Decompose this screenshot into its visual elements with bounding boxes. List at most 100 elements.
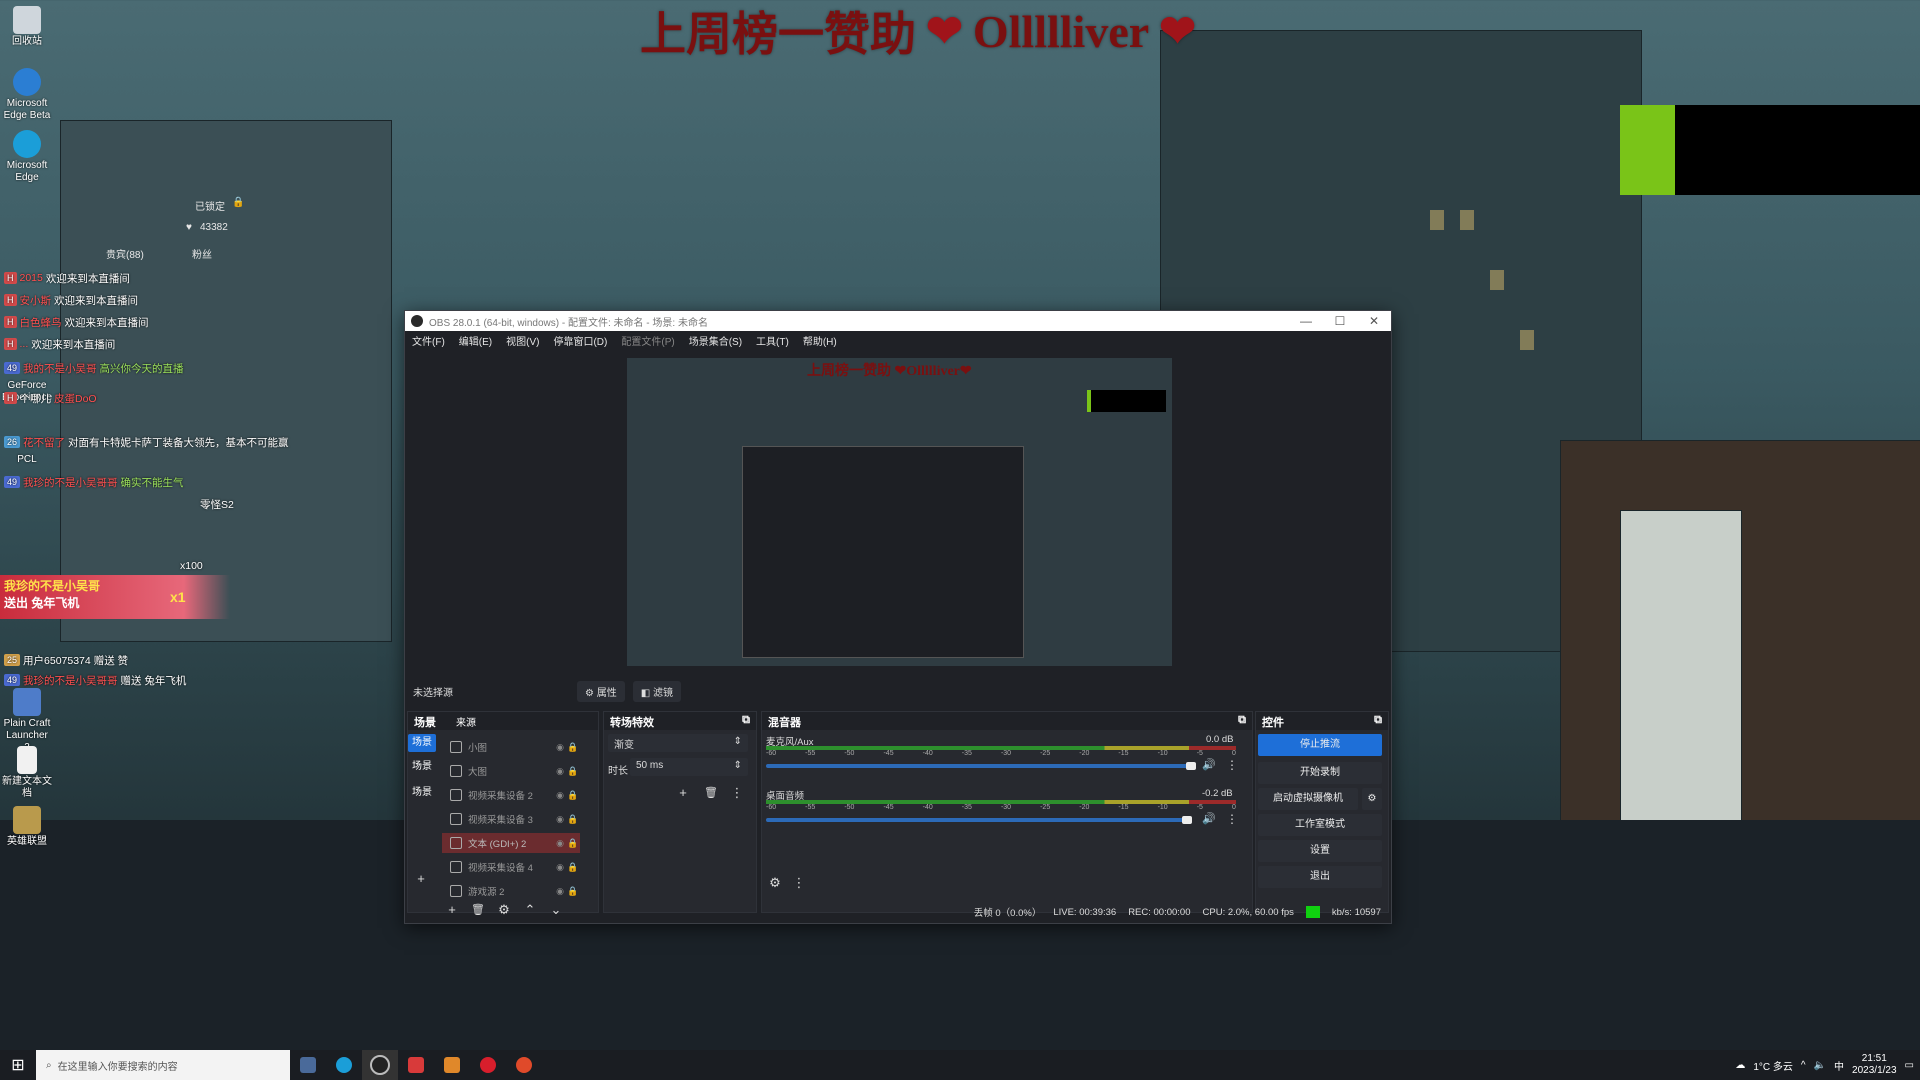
taskbar-app-red[interactable]: [398, 1050, 434, 1080]
volume-icon[interactable]: 🔈: [1814, 1060, 1826, 1071]
lock-icon[interactable]: 🔒: [566, 766, 580, 777]
menu-docks[interactable]: 停靠窗口(D): [546, 331, 614, 349]
menu-scene-collection[interactable]: 场景集合(S): [682, 331, 749, 349]
duration-field[interactable]: 50 ms ⇕: [630, 758, 748, 776]
eye-icon[interactable]: ◉: [554, 862, 566, 873]
lock-icon[interactable]: 🔒: [566, 814, 580, 825]
camera-icon: [450, 861, 462, 873]
stop-stream-button[interactable]: 停止推流: [1258, 734, 1382, 756]
menu-edit[interactable]: 编辑(E): [452, 331, 499, 349]
taskbar-netease[interactable]: [470, 1050, 506, 1080]
trash-icon[interactable]: 🗑: [702, 784, 720, 802]
scene-item[interactable]: 场景: [408, 758, 436, 776]
chat-message: H 白色蜂鸟 欢迎来到本直播间: [4, 314, 149, 330]
source-row[interactable]: 文本 (GDI+) 2 ◉ 🔒: [442, 833, 580, 853]
source-row[interactable]: 大图 ◉ 🔒: [442, 761, 580, 781]
desktop-icon-edge-beta[interactable]: Microsoft Edge Beta: [2, 68, 52, 122]
obs-preview[interactable]: 上周榜一赞助 ❤Ollllliver❤: [627, 358, 1172, 666]
close-icon[interactable]: ✕: [1357, 314, 1391, 328]
notification-icon[interactable]: ▭: [1905, 1060, 1914, 1071]
obs-window[interactable]: OBS 28.0.1 (64-bit, windows) - 配置文件: 未命名…: [404, 310, 1392, 924]
filters-button[interactable]: ◧ 滤镜: [632, 680, 681, 702]
mixer-settings-icon[interactable]: ⚙: [766, 874, 784, 892]
lock-icon[interactable]: 🔒: [566, 862, 580, 873]
maximize-icon[interactable]: ☐: [1323, 314, 1357, 328]
scenes-sources-dock: 场景 来源 场景 场景 场景 小图 ◉ 🔒 大图 ◉ 🔒 视频采集设备 2 ◉ 🔒 视频采集…: [407, 711, 599, 913]
desktop-icon-recycle-bin[interactable]: 回收站: [2, 6, 52, 48]
eye-icon[interactable]: ◉: [554, 790, 566, 801]
sources-title: 来源: [456, 718, 476, 729]
scene-item[interactable]: 场景: [408, 784, 436, 802]
ime-indicator[interactable]: 中: [1834, 1058, 1844, 1073]
weather-icon: ☁: [1735, 1059, 1746, 1071]
chat-message: H 2015 欢迎来到本直播间: [4, 270, 130, 286]
obs-titlebar[interactable]: OBS 28.0.1 (64-bit, windows) - 配置文件: 未命名…: [405, 311, 1391, 331]
menu-tools[interactable]: 工具(T): [749, 331, 796, 349]
eye-icon[interactable]: ◉: [554, 886, 566, 897]
taskbar-search[interactable]: ⌕ 在这里输入你要搜索的内容: [36, 1050, 290, 1080]
desktop-icon-lol[interactable]: 英雄联盟: [2, 806, 52, 848]
taskbar-app-g[interactable]: [506, 1050, 542, 1080]
source-row[interactable]: 视频采集设备 4 ◉ 🔒: [442, 857, 580, 877]
desktop-icon-edge[interactable]: Microsoft Edge: [2, 130, 52, 184]
more-icon[interactable]: ⋮: [1226, 812, 1238, 826]
undock-icon[interactable]: ⧉: [1374, 714, 1382, 728]
eye-icon[interactable]: ◉: [554, 838, 566, 849]
more-icon[interactable]: ⋮: [790, 874, 808, 892]
taskbar-edge[interactable]: [326, 1050, 362, 1080]
volume-slider-knob[interactable]: [1186, 762, 1196, 770]
menu-view[interactable]: 视图(V): [499, 331, 546, 349]
exit-button[interactable]: 退出: [1258, 866, 1382, 888]
gear-icon: ⚙: [1367, 793, 1377, 804]
studio-mode-button[interactable]: 工作室模式: [1258, 814, 1382, 836]
weather-text[interactable]: 1°C 多云: [1753, 1058, 1793, 1073]
volume-slider[interactable]: [766, 818, 1186, 822]
source-row[interactable]: 视频采集设备 2 ◉ 🔒: [442, 785, 580, 805]
windows-start-icon[interactable]: ⊞: [0, 1055, 36, 1075]
menu-profile[interactable]: 配置文件(P): [614, 331, 681, 349]
obs-logo-icon: [411, 315, 423, 327]
chat-message: 49 我珍的不是小吴哥哥 赠送 兔年飞机: [4, 672, 186, 688]
scene-item[interactable]: 场景: [408, 734, 436, 752]
source-row[interactable]: 小图 ◉ 🔒: [442, 737, 580, 757]
lock-icon[interactable]: 🔒: [566, 790, 580, 801]
undock-icon[interactable]: ⧉: [742, 714, 750, 728]
settings-button[interactable]: 设置: [1258, 840, 1382, 862]
chevron-up-icon[interactable]: ^: [1801, 1060, 1806, 1071]
taskbar-app-orange[interactable]: [434, 1050, 470, 1080]
speaker-icon[interactable]: 🔊: [1202, 758, 1216, 771]
volume-slider[interactable]: [766, 764, 1191, 768]
virtual-camera-settings[interactable]: ⚙: [1362, 788, 1382, 810]
properties-button[interactable]: ⚙ 属性: [577, 680, 625, 702]
add-transition-icon[interactable]: +: [674, 784, 692, 802]
lock-icon[interactable]: 🔒: [566, 838, 580, 849]
eye-icon[interactable]: ◉: [554, 742, 566, 753]
menu-file[interactable]: 文件(F): [405, 331, 452, 349]
lock-icon[interactable]: 🔒: [566, 742, 580, 753]
gamepad-icon: [450, 885, 462, 897]
desktop-icon-text-doc[interactable]: 新建文本文档: [2, 746, 52, 800]
volume-slider-knob[interactable]: [1182, 816, 1192, 824]
source-row[interactable]: 视频采集设备 3 ◉ 🔒: [442, 809, 580, 829]
minimize-icon[interactable]: —: [1289, 314, 1323, 328]
taskbar-obs[interactable]: [362, 1050, 398, 1080]
start-record-button[interactable]: 开始录制: [1258, 762, 1382, 784]
menu-help[interactable]: 帮助(H): [796, 331, 844, 349]
undock-icon[interactable]: ⧉: [1238, 714, 1246, 728]
source-row[interactable]: 游戏源 2 ◉ 🔒: [442, 881, 580, 901]
clock-time: 21:51: [1861, 1053, 1887, 1064]
obs-left-strip: [405, 358, 413, 648]
eye-icon[interactable]: ◉: [554, 814, 566, 825]
speaker-icon[interactable]: 🔊: [1202, 812, 1216, 825]
taskbar-steam[interactable]: [290, 1050, 326, 1080]
virtual-camera-button[interactable]: 启动虚拟摄像机: [1258, 788, 1358, 810]
more-icon[interactable]: ⋮: [1226, 758, 1238, 772]
transition-select[interactable]: 渐变 ⇕: [608, 734, 748, 752]
clock[interactable]: 21:51 2023/1/23: [1852, 1053, 1897, 1077]
lock-icon[interactable]: 🔒: [566, 886, 580, 897]
eye-icon[interactable]: ◉: [554, 766, 566, 777]
more-icon[interactable]: ⋮: [728, 784, 746, 802]
preview-overlay-title: 上周榜一赞助 ❤Ollllliver❤: [807, 364, 972, 379]
dropped-frames: 丢帧 0（0.0%）: [973, 908, 1042, 919]
add-scene-icon[interactable]: +: [412, 870, 430, 888]
